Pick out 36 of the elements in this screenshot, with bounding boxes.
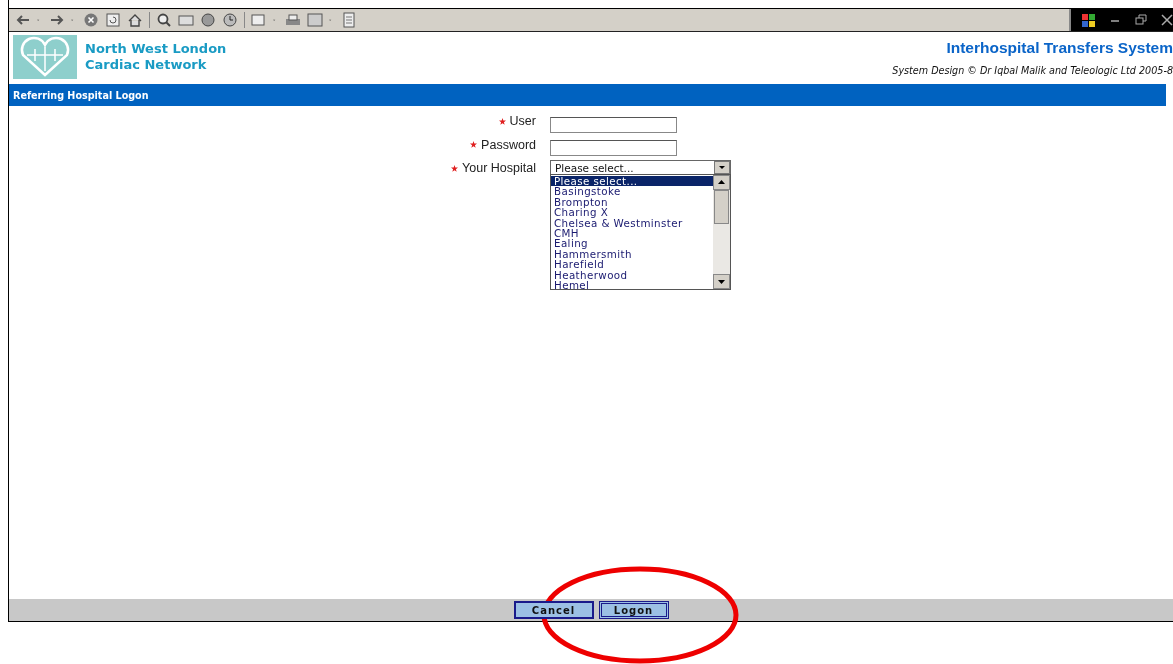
dropdown-option[interactable]: Brompton bbox=[551, 196, 713, 208]
stop-icon[interactable] bbox=[83, 12, 99, 28]
logon-button[interactable]: Logon bbox=[598, 601, 669, 619]
copyright-text: System Design © Dr Iqbal Malik and Teleologic Ltd 2005-8 bbox=[892, 64, 1173, 76]
windows-logo-icon[interactable] bbox=[1081, 12, 1097, 28]
dropdown-option[interactable]: Heatherwood bbox=[551, 269, 713, 281]
page-title-bar: Referring Hospital Logon bbox=[9, 84, 1166, 106]
document-icon[interactable] bbox=[341, 12, 357, 28]
cancel-button[interactable]: Cancel bbox=[513, 601, 594, 619]
field-label: Password bbox=[470, 136, 550, 153]
history-icon[interactable] bbox=[222, 12, 238, 28]
restore-icon[interactable] bbox=[1133, 12, 1149, 28]
heart-logo-icon bbox=[13, 35, 77, 79]
field-label: Your Hospital bbox=[451, 160, 550, 176]
dropdown-option[interactable]: Harefield bbox=[551, 259, 713, 270]
input-field[interactable] bbox=[550, 140, 677, 156]
dropdown-option[interactable]: Ealing bbox=[551, 238, 713, 249]
input-field[interactable] bbox=[550, 116, 677, 133]
scrollbar[interactable] bbox=[713, 175, 730, 289]
home-icon[interactable] bbox=[127, 12, 143, 28]
system-title: Interhospital Transfers System bbox=[946, 38, 1173, 57]
dropdown-option[interactable]: Hemel bbox=[551, 280, 713, 291]
dropdown-option[interactable]: Hammersmith bbox=[551, 248, 713, 260]
scroll-up-icon[interactable] bbox=[713, 175, 730, 190]
scroll-thumb[interactable] bbox=[714, 190, 729, 224]
close-icon[interactable] bbox=[1159, 12, 1173, 28]
field-label: User bbox=[498, 113, 550, 129]
network-name: North West London Cardiac Network bbox=[85, 41, 227, 73]
search-icon[interactable] bbox=[156, 12, 172, 28]
dropdown-option[interactable]: CMH bbox=[551, 228, 713, 239]
dropdown-option[interactable]: Basingstoke bbox=[551, 186, 713, 197]
refresh-icon[interactable] bbox=[105, 12, 121, 28]
scroll-down-icon[interactable] bbox=[713, 274, 730, 289]
dropdown-option[interactable]: Please select... bbox=[551, 176, 713, 187]
print-icon[interactable] bbox=[285, 12, 301, 28]
dropdown-option[interactable]: Charing X bbox=[551, 207, 713, 218]
